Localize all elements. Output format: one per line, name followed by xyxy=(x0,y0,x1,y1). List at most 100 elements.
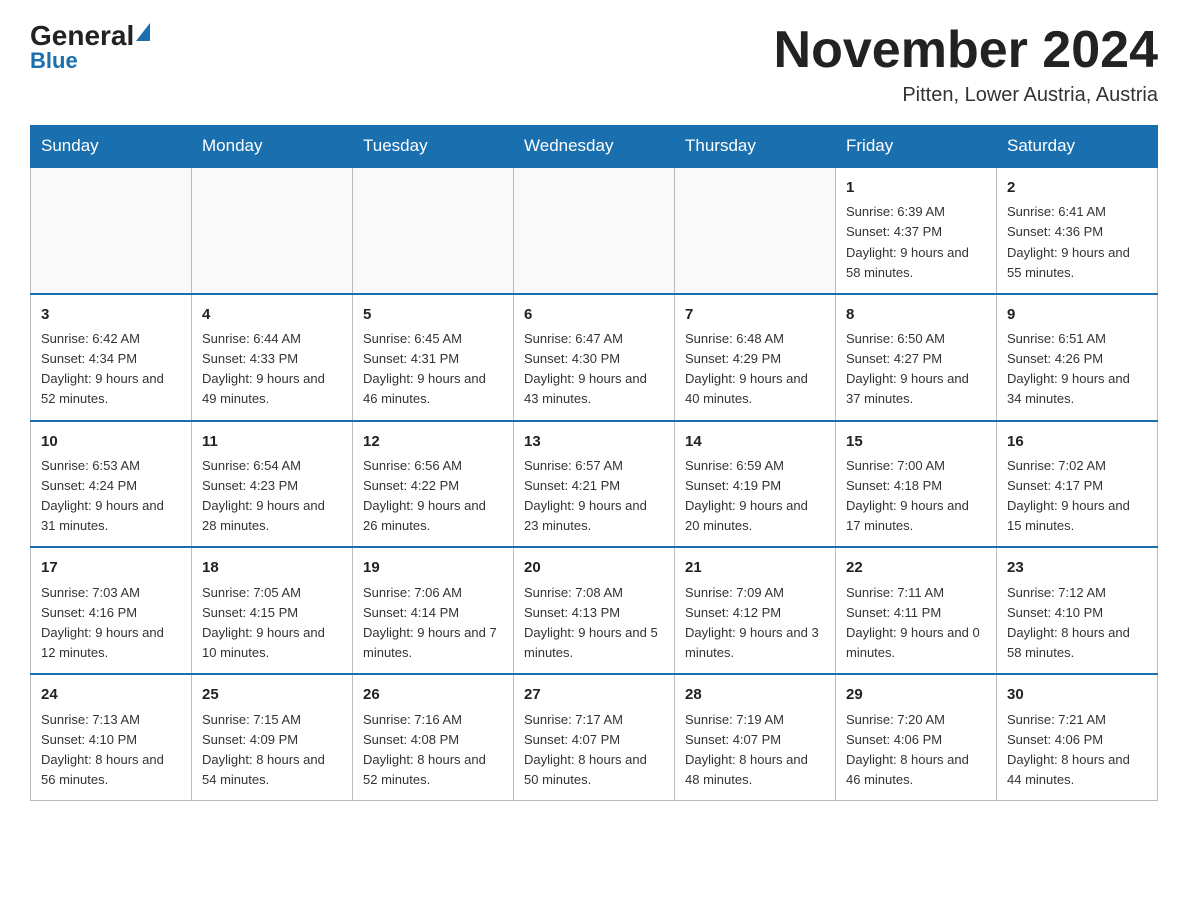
title-block: November 2024 Pitten, Lower Austria, Aus… xyxy=(774,20,1158,107)
day-info: Sunrise: 6:50 AMSunset: 4:27 PMDaylight:… xyxy=(846,329,986,410)
day-number: 26 xyxy=(363,683,503,706)
calendar-day-cell: 18Sunrise: 7:05 AMSunset: 4:15 PMDayligh… xyxy=(192,547,353,674)
day-info: Sunrise: 7:00 AMSunset: 4:18 PMDaylight:… xyxy=(846,456,986,537)
day-number: 27 xyxy=(524,683,664,706)
logo-blue-text: Blue xyxy=(30,48,150,74)
day-info: Sunrise: 7:11 AMSunset: 4:11 PMDaylight:… xyxy=(846,583,986,664)
day-info: Sunrise: 6:47 AMSunset: 4:30 PMDaylight:… xyxy=(524,329,664,410)
day-number: 13 xyxy=(524,430,664,453)
calendar-week-row: 1 Sunrise: 6:39 AMSunset: 4:37 PMDaylight… xyxy=(31,167,1158,294)
calendar-day-cell: 12 Sunrise: 6:56 AMSunset: 4:22 PMDayligh… xyxy=(353,421,514,548)
location-title: Pitten, Lower Austria, Austria xyxy=(774,84,1158,107)
day-info: Sunrise: 6:48 AMSunset: 4:29 PMDaylight:… xyxy=(685,329,825,410)
day-info: Sunrise: 7:16 AMSunset: 4:08 PMDaylight:… xyxy=(363,710,503,791)
page-header: General Blue November 2024 Pitten, Lower… xyxy=(30,20,1158,107)
calendar-week-row: 10 Sunrise: 6:53 AMSunset: 4:24 PMDayligh… xyxy=(31,421,1158,548)
calendar-day-cell: 29Sunrise: 7:20 AMSunset: 4:06 PMDayligh… xyxy=(836,674,997,800)
day-of-week-header: Sunday xyxy=(31,126,192,168)
calendar-day-cell: 11 Sunrise: 6:54 AMSunset: 4:23 PMDayligh… xyxy=(192,421,353,548)
calendar-week-row: 3 Sunrise: 6:42 AMSunset: 4:34 PMDaylight… xyxy=(31,294,1158,421)
calendar-day-cell: 26 Sunrise: 7:16 AMSunset: 4:08 PMDayligh… xyxy=(353,674,514,800)
day-number: 14 xyxy=(685,430,825,453)
day-number: 5 xyxy=(363,303,503,326)
day-of-week-header: Tuesday xyxy=(353,126,514,168)
calendar-day-cell: 7 Sunrise: 6:48 AMSunset: 4:29 PMDaylight… xyxy=(675,294,836,421)
calendar-day-cell: 21 Sunrise: 7:09 AMSunset: 4:12 PMDayligh… xyxy=(675,547,836,674)
day-number: 9 xyxy=(1007,303,1147,326)
day-info: Sunrise: 6:59 AMSunset: 4:19 PMDaylight:… xyxy=(685,456,825,537)
day-info: Sunrise: 7:12 AMSunset: 4:10 PMDaylight:… xyxy=(1007,583,1147,664)
day-info: Sunrise: 7:05 AMSunset: 4:15 PMDaylight:… xyxy=(202,583,342,664)
calendar-day-cell: 5 Sunrise: 6:45 AMSunset: 4:31 PMDaylight… xyxy=(353,294,514,421)
day-number: 11 xyxy=(202,430,342,453)
logo-triangle-icon xyxy=(136,23,150,41)
day-of-week-header: Saturday xyxy=(997,126,1158,168)
day-info: Sunrise: 6:54 AMSunset: 4:23 PMDaylight:… xyxy=(202,456,342,537)
day-number: 29 xyxy=(846,683,986,706)
calendar-day-cell: 9Sunrise: 6:51 AMSunset: 4:26 PMDaylight… xyxy=(997,294,1158,421)
day-number: 16 xyxy=(1007,430,1147,453)
day-number: 6 xyxy=(524,303,664,326)
calendar-day-cell: 22Sunrise: 7:11 AMSunset: 4:11 PMDayligh… xyxy=(836,547,997,674)
day-number: 30 xyxy=(1007,683,1147,706)
day-number: 24 xyxy=(41,683,181,706)
day-info: Sunrise: 7:15 AMSunset: 4:09 PMDaylight:… xyxy=(202,710,342,791)
day-of-week-header: Thursday xyxy=(675,126,836,168)
day-number: 7 xyxy=(685,303,825,326)
calendar-week-row: 24 Sunrise: 7:13 AMSunset: 4:10 PMDayligh… xyxy=(31,674,1158,800)
day-info: Sunrise: 6:42 AMSunset: 4:34 PMDaylight:… xyxy=(41,329,181,410)
calendar-day-cell: 20 Sunrise: 7:08 AMSunset: 4:13 PMDayligh… xyxy=(514,547,675,674)
calendar-day-cell: 10 Sunrise: 6:53 AMSunset: 4:24 PMDayligh… xyxy=(31,421,192,548)
day-info: Sunrise: 7:02 AMSunset: 4:17 PMDaylight:… xyxy=(1007,456,1147,537)
day-number: 1 xyxy=(846,176,986,199)
calendar-table: SundayMondayTuesdayWednesdayThursdayFrid… xyxy=(30,125,1158,801)
calendar-day-cell: 6 Sunrise: 6:47 AMSunset: 4:30 PMDaylight… xyxy=(514,294,675,421)
calendar-day-cell: 1 Sunrise: 6:39 AMSunset: 4:37 PMDaylight… xyxy=(836,167,997,294)
calendar-day-cell xyxy=(31,167,192,294)
logo: General Blue xyxy=(30,20,150,74)
day-number: 2 xyxy=(1007,176,1147,199)
day-number: 15 xyxy=(846,430,986,453)
day-number: 12 xyxy=(363,430,503,453)
calendar-day-cell xyxy=(192,167,353,294)
calendar-header-row: SundayMondayTuesdayWednesdayThursdayFrid… xyxy=(31,126,1158,168)
day-number: 17 xyxy=(41,556,181,579)
day-info: Sunrise: 7:09 AMSunset: 4:12 PMDaylight:… xyxy=(685,583,825,664)
calendar-day-cell: 16 Sunrise: 7:02 AMSunset: 4:17 PMDayligh… xyxy=(997,421,1158,548)
calendar-day-cell: 2 Sunrise: 6:41 AMSunset: 4:36 PMDaylight… xyxy=(997,167,1158,294)
day-info: Sunrise: 6:39 AMSunset: 4:37 PMDaylight:… xyxy=(846,202,986,283)
calendar-day-cell: 27 Sunrise: 7:17 AMSunset: 4:07 PMDayligh… xyxy=(514,674,675,800)
day-number: 19 xyxy=(363,556,503,579)
month-title: November 2024 xyxy=(774,20,1158,80)
day-number: 8 xyxy=(846,303,986,326)
day-number: 10 xyxy=(41,430,181,453)
day-info: Sunrise: 6:44 AMSunset: 4:33 PMDaylight:… xyxy=(202,329,342,410)
day-info: Sunrise: 6:57 AMSunset: 4:21 PMDaylight:… xyxy=(524,456,664,537)
day-number: 21 xyxy=(685,556,825,579)
day-info: Sunrise: 7:19 AMSunset: 4:07 PMDaylight:… xyxy=(685,710,825,791)
calendar-day-cell: 24 Sunrise: 7:13 AMSunset: 4:10 PMDayligh… xyxy=(31,674,192,800)
day-number: 3 xyxy=(41,303,181,326)
calendar-day-cell: 30 Sunrise: 7:21 AMSunset: 4:06 PMDayligh… xyxy=(997,674,1158,800)
day-info: Sunrise: 7:08 AMSunset: 4:13 PMDaylight:… xyxy=(524,583,664,664)
day-info: Sunrise: 6:53 AMSunset: 4:24 PMDaylight:… xyxy=(41,456,181,537)
day-info: Sunrise: 6:41 AMSunset: 4:36 PMDaylight:… xyxy=(1007,202,1147,283)
day-info: Sunrise: 7:13 AMSunset: 4:10 PMDaylight:… xyxy=(41,710,181,791)
day-info: Sunrise: 6:56 AMSunset: 4:22 PMDaylight:… xyxy=(363,456,503,537)
day-number: 25 xyxy=(202,683,342,706)
calendar-day-cell: 15 Sunrise: 7:00 AMSunset: 4:18 PMDayligh… xyxy=(836,421,997,548)
calendar-day-cell: 13 Sunrise: 6:57 AMSunset: 4:21 PMDayligh… xyxy=(514,421,675,548)
day-info: Sunrise: 7:21 AMSunset: 4:06 PMDaylight:… xyxy=(1007,710,1147,791)
day-info: Sunrise: 6:45 AMSunset: 4:31 PMDaylight:… xyxy=(363,329,503,410)
day-of-week-header: Wednesday xyxy=(514,126,675,168)
calendar-week-row: 17 Sunrise: 7:03 AMSunset: 4:16 PMDayligh… xyxy=(31,547,1158,674)
day-number: 20 xyxy=(524,556,664,579)
calendar-day-cell: 19 Sunrise: 7:06 AMSunset: 4:14 PMDayligh… xyxy=(353,547,514,674)
day-number: 4 xyxy=(202,303,342,326)
calendar-day-cell xyxy=(675,167,836,294)
calendar-day-cell xyxy=(514,167,675,294)
day-info: Sunrise: 7:03 AMSunset: 4:16 PMDaylight:… xyxy=(41,583,181,664)
calendar-day-cell: 8 Sunrise: 6:50 AMSunset: 4:27 PMDaylight… xyxy=(836,294,997,421)
day-info: Sunrise: 7:17 AMSunset: 4:07 PMDaylight:… xyxy=(524,710,664,791)
day-info: Sunrise: 7:06 AMSunset: 4:14 PMDaylight:… xyxy=(363,583,503,664)
